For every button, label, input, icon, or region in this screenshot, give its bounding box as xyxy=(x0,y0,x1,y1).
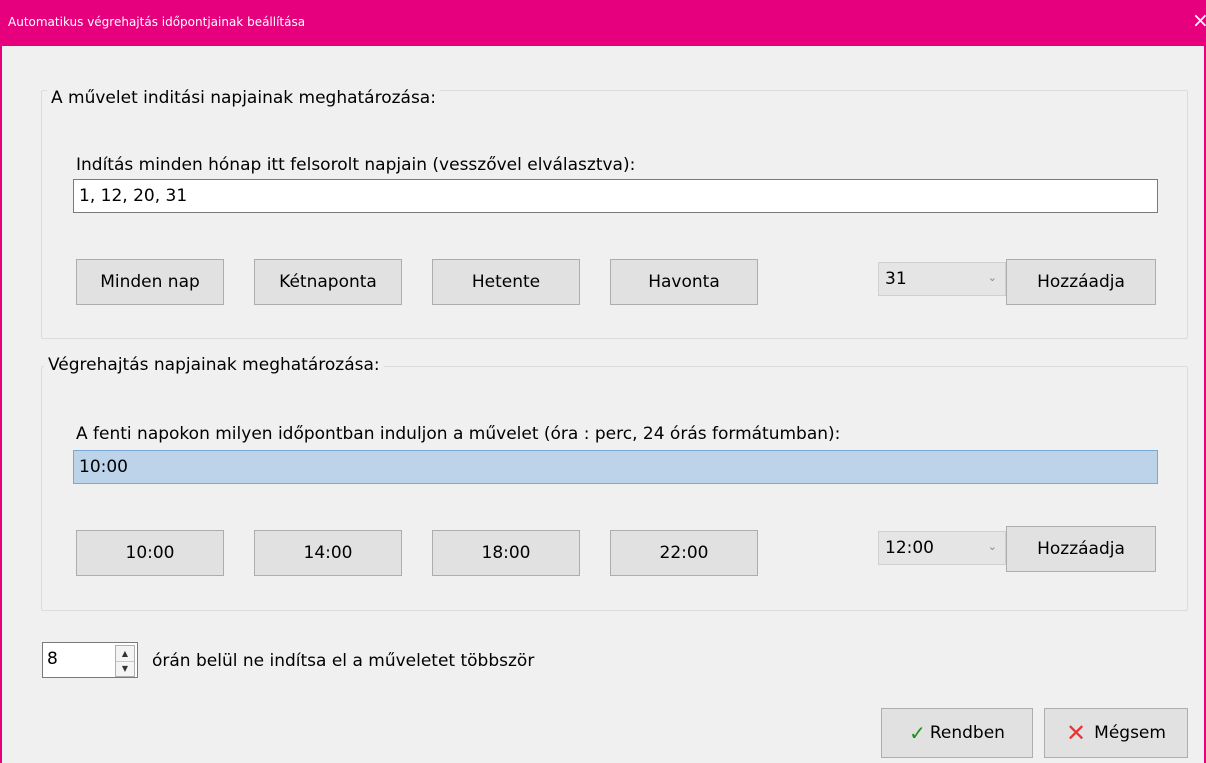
every-day-button[interactable]: Minden nap xyxy=(76,259,224,305)
time-1800-button[interactable]: 18:00 xyxy=(432,530,580,576)
time-1400-button[interactable]: 14:00 xyxy=(254,530,402,576)
time-group-legend: Végrehajtás napjainak meghatározása: xyxy=(44,355,384,375)
hours-spinner[interactable]: 8 ▲ ▼ xyxy=(42,642,138,678)
time-field-label: A fenti napokon milyen időpontban indulj… xyxy=(76,424,841,444)
spin-up-icon[interactable]: ▲ xyxy=(116,646,134,662)
time-2200-button[interactable]: 22:00 xyxy=(610,530,758,576)
days-group-legend: A művelet inditási napjainak meghatározá… xyxy=(47,88,440,108)
spinner-buttons[interactable]: ▲ ▼ xyxy=(115,645,135,677)
spin-down-icon[interactable]: ▼ xyxy=(116,661,134,676)
every-two-days-button[interactable]: Kétnaponta xyxy=(254,259,402,305)
chevron-down-icon: ⌄ xyxy=(987,540,997,553)
add-day-button[interactable]: Hozzáadja xyxy=(1006,259,1156,305)
ok-button-label: Rendben xyxy=(929,723,1005,743)
days-field-label: Indítás minden hónap itt felsorolt napja… xyxy=(76,155,636,175)
monthly-button[interactable]: Havonta xyxy=(610,259,758,305)
checkmark-icon: ✓ xyxy=(909,721,926,745)
day-select-value: 31 xyxy=(885,269,907,289)
weekly-button[interactable]: Hetente xyxy=(432,259,580,305)
x-icon: ✕ xyxy=(1066,719,1087,747)
time-1000-button[interactable]: 10:00 xyxy=(76,530,224,576)
time-select-value: 12:00 xyxy=(885,538,934,558)
chevron-down-icon: ⌄ xyxy=(987,271,997,284)
cancel-button[interactable]: ✕ Mégsem xyxy=(1044,708,1188,758)
ok-button[interactable]: ✓ Rendben xyxy=(881,708,1033,758)
close-icon[interactable]: × xyxy=(1192,10,1206,30)
hours-label: órán belül ne indítsa el a műveletet töb… xyxy=(152,651,535,671)
day-select[interactable]: 31 ⌄ xyxy=(878,262,1006,296)
hours-spinner-value: 8 xyxy=(47,649,58,669)
window-frame-left xyxy=(0,46,2,763)
time-select[interactable]: 12:00 ⌄ xyxy=(878,531,1006,565)
window-title: Automatikus végrehajtás időpontjainak be… xyxy=(8,15,306,29)
add-time-button[interactable]: Hozzáadja xyxy=(1006,526,1156,572)
days-input[interactable]: 1, 12, 20, 31 xyxy=(73,179,1158,213)
title-bar: Automatikus végrehajtás időpontjainak be… xyxy=(0,0,1206,46)
cancel-button-label: Mégsem xyxy=(1094,723,1166,743)
time-input[interactable]: 10:00 xyxy=(73,450,1158,484)
